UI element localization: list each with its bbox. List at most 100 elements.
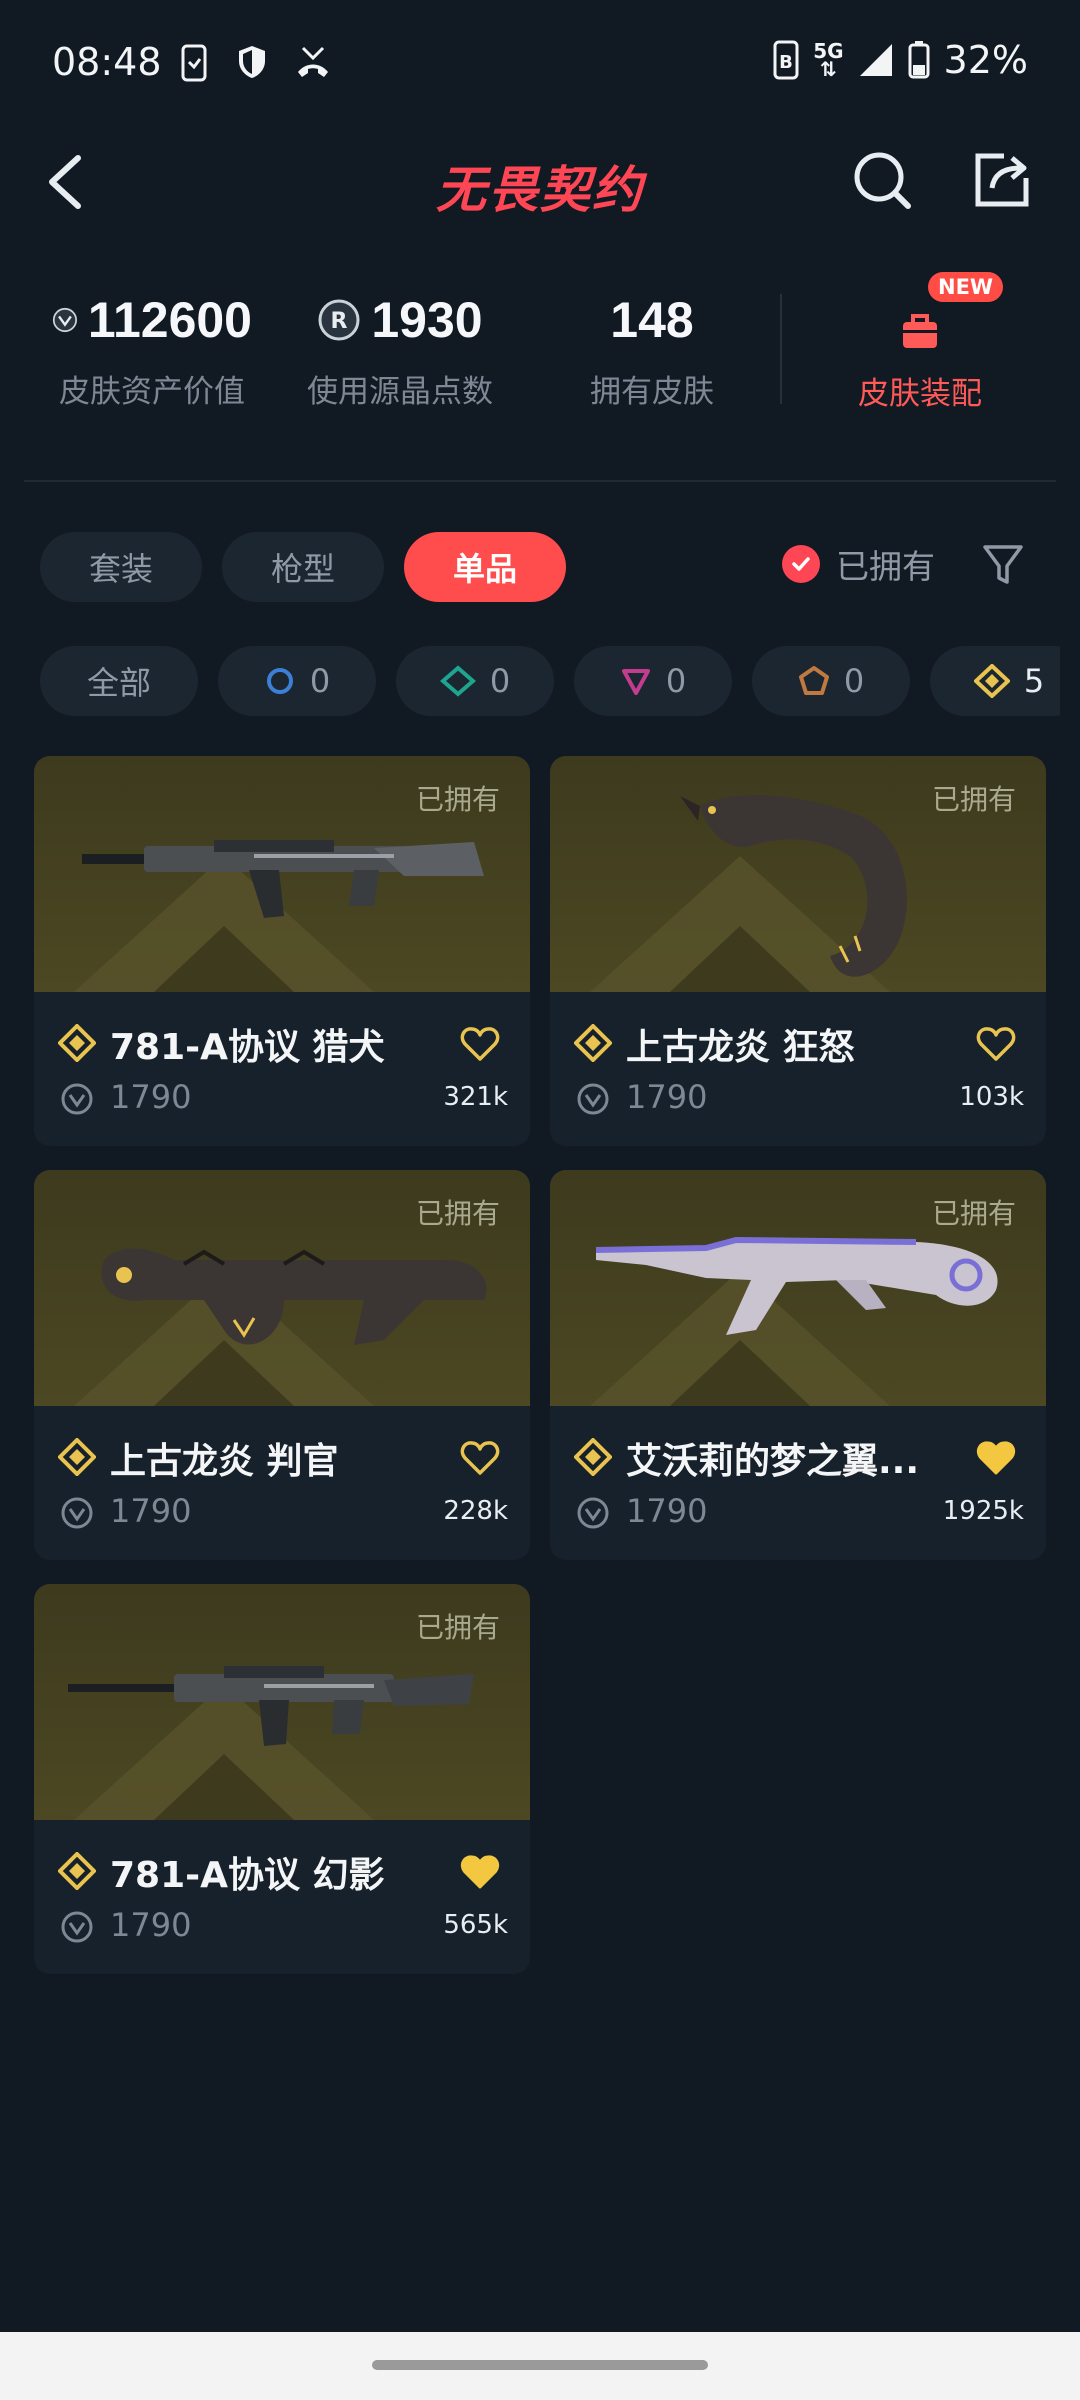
- vp-coin-icon: [577, 1497, 609, 1529]
- stats-panel: 112600 皮肤资产价值 R 1930 使用源晶点数 148 拥有皮肤 NEW…: [0, 268, 1080, 418]
- stat-owned-skins: 148 拥有皮肤: [552, 288, 752, 411]
- deluxe-tier-icon: [439, 665, 476, 697]
- chip-ultra-tier[interactable]: 0: [752, 646, 910, 716]
- skin-card[interactable]: 已拥有 上古龙炎 判官 1790 228k: [34, 1170, 530, 1560]
- exclusive-tier-icon: [574, 1438, 612, 1476]
- chip-count: 0: [843, 662, 865, 700]
- skin-price: 1790: [110, 1906, 192, 1944]
- svg-text:R: R: [331, 309, 348, 334]
- skin-loadout-button[interactable]: NEW 皮肤装配: [820, 272, 1020, 413]
- rifle-skin-icon: [82, 840, 484, 918]
- bag-icon: [903, 314, 937, 348]
- heart-filled-icon[interactable]: [460, 1854, 500, 1890]
- filter-icon[interactable]: [982, 542, 1024, 588]
- chip-count: 0: [489, 662, 511, 700]
- stat-label: 拥有皮肤: [590, 374, 714, 410]
- chip-deluxe-tier[interactable]: 0: [396, 646, 554, 716]
- heart-filled-icon[interactable]: [976, 1440, 1016, 1476]
- stat-radianite: R 1930 使用源晶点数: [300, 288, 500, 411]
- skin-price: 1790: [110, 1078, 192, 1116]
- search-icon[interactable]: [850, 148, 914, 212]
- rarity-filter-chips: 全部 0 0 0 0 5: [40, 646, 1060, 716]
- skin-card[interactable]: 已拥有 781-A协议 幻影 1790 565k: [34, 1584, 530, 1974]
- system-nav-bar: [0, 2332, 1080, 2400]
- app-title: 无畏契约: [436, 161, 644, 219]
- battery-icon: [908, 41, 930, 79]
- status-bar: 08:48 B 5G ⇅ 32%: [0, 0, 1080, 128]
- skin-name: 艾沃莉的梦之翼...: [626, 1441, 920, 1482]
- chip-label: 全部: [86, 664, 151, 702]
- smg-skin-icon: [595, 1236, 998, 1335]
- skin-image: 已拥有: [34, 1584, 530, 1820]
- home-indicator[interactable]: [372, 2360, 708, 2370]
- skin-image: 已拥有: [550, 756, 1046, 992]
- like-count: 321k: [443, 1082, 508, 1112]
- stat-value: 148: [610, 292, 694, 348]
- skin-price: 1790: [626, 1078, 708, 1116]
- check-icon: [782, 545, 820, 583]
- skin-card[interactable]: 已拥有 781-A协议 猎犬 1790 321k: [34, 756, 530, 1146]
- rifle-skin-icon: [68, 1666, 474, 1746]
- vp-coin-icon: [61, 1911, 93, 1943]
- signal-icon: [859, 44, 892, 76]
- stat-value: 112600: [87, 292, 252, 348]
- skin-card[interactable]: 已拥有 上古龙炎 狂怒 1790 103k: [550, 756, 1046, 1146]
- chip-all[interactable]: 全部: [40, 646, 198, 716]
- skin-card[interactable]: 已拥有 艾沃莉的梦之翼... 1790 1925k: [550, 1170, 1046, 1560]
- like-count: 103k: [959, 1082, 1024, 1112]
- battery-percent: 32%: [943, 38, 1028, 82]
- heart-outline-icon[interactable]: [976, 1026, 1016, 1062]
- screen-rotate-icon: [181, 44, 207, 82]
- exclusive-tier-icon: [58, 1852, 96, 1890]
- vp-coin-icon: [577, 1083, 609, 1115]
- skin-name: 781-A协议 猎犬: [110, 1027, 385, 1068]
- chip-exclusive-tier[interactable]: 5: [930, 646, 1060, 716]
- ultra-tier-icon: [798, 666, 829, 695]
- exclusive-tier-icon: [58, 1438, 96, 1476]
- owned-filter-label: 已拥有: [836, 547, 935, 586]
- chip-count: 5: [1023, 662, 1045, 700]
- stat-asset-value: 112600 皮肤资产价值: [52, 288, 252, 411]
- exclusive-tier-icon: [973, 664, 1010, 698]
- stat-label: 皮肤资产价值: [59, 374, 245, 410]
- owned-tag: 已拥有: [415, 783, 500, 816]
- skin-image: 已拥有: [34, 756, 530, 992]
- skin-price: 1790: [110, 1492, 192, 1530]
- chip-premium-tier[interactable]: 0: [574, 646, 732, 716]
- melee-skin-icon: [680, 795, 907, 977]
- skin-name: 781-A协议 幻影: [110, 1855, 385, 1896]
- skin-image: 已拥有: [34, 1170, 530, 1406]
- skin-image: 已拥有: [550, 1170, 1046, 1406]
- owned-tag: 已拥有: [415, 1197, 500, 1230]
- shield-icon: [239, 46, 265, 78]
- exclusive-tier-icon: [58, 1024, 96, 1062]
- tab-weapon-type[interactable]: 枪型: [222, 532, 384, 602]
- heart-outline-icon[interactable]: [460, 1026, 500, 1062]
- chip-select-tier[interactable]: 0: [218, 646, 376, 716]
- share-icon[interactable]: [970, 148, 1034, 212]
- status-right: B 5G ⇅ 32%: [773, 38, 1028, 82]
- owned-filter-toggle[interactable]: 已拥有: [782, 540, 935, 588]
- owned-tag: 已拥有: [931, 783, 1016, 816]
- tab-bundles[interactable]: 套装: [40, 532, 202, 602]
- status-time: 08:48: [52, 40, 162, 84]
- stat-value: 1930: [371, 292, 483, 348]
- vp-coin-icon: [52, 307, 78, 333]
- exclusive-tier-icon: [574, 1024, 612, 1062]
- skin-loadout-label: 皮肤装配: [858, 376, 982, 412]
- tab-single-items[interactable]: 单品: [404, 532, 566, 602]
- shotgun-skin-icon: [101, 1248, 487, 1345]
- chip-count: 0: [665, 662, 687, 700]
- skin-price: 1790: [626, 1492, 708, 1530]
- premium-tier-icon: [621, 669, 650, 695]
- radianite-icon: R: [318, 299, 360, 341]
- vp-coin-icon: [61, 1497, 93, 1529]
- divider: [24, 480, 1056, 482]
- hd-icon: B: [773, 40, 799, 80]
- select-tier-icon: [266, 668, 293, 694]
- heart-outline-icon[interactable]: [460, 1440, 500, 1476]
- stat-label: 使用源晶点数: [307, 374, 493, 410]
- network-5g-label: 5G ⇅: [813, 39, 844, 81]
- like-count: 1925k: [942, 1496, 1024, 1526]
- owned-tag: 已拥有: [415, 1611, 500, 1644]
